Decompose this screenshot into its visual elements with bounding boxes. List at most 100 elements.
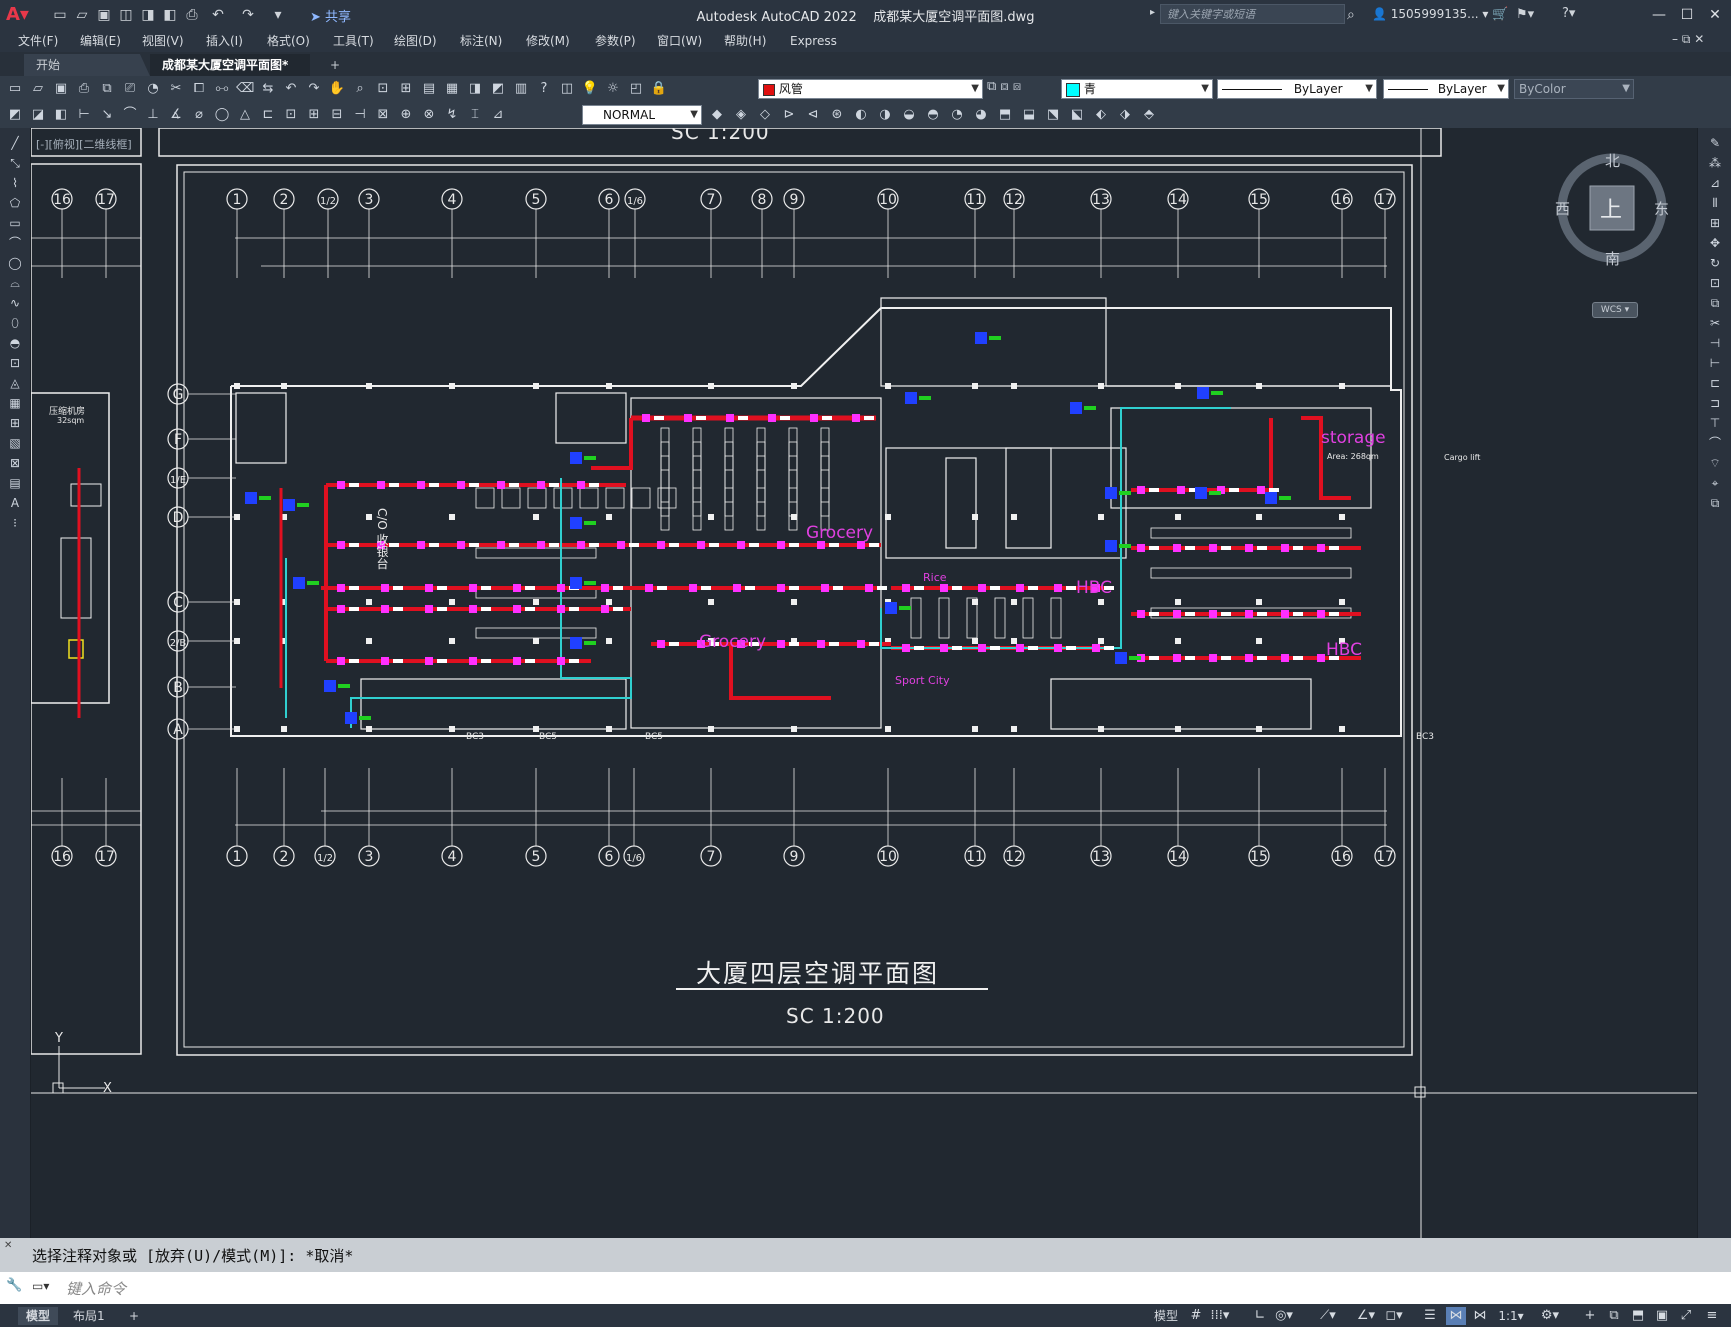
redo-icon[interactable]: ↷ <box>305 80 323 98</box>
text-style-icon[interactable]: ◪ <box>29 106 47 124</box>
break-at-point-icon[interactable]: ⊢ <box>1706 354 1724 372</box>
new-icon[interactable]: ▭ <box>52 7 68 23</box>
color-dropdown[interactable]: 青 ▼ <box>1061 79 1213 99</box>
calculator-icon[interactable]: ? <box>535 80 553 98</box>
ucs-origin-icon[interactable]: ◔ <box>948 106 966 124</box>
zoom-previous-icon[interactable]: ⊞ <box>397 80 415 98</box>
ordinate-icon[interactable]: ⊥ <box>144 106 162 124</box>
preview-icon[interactable]: ⧉ <box>98 80 116 98</box>
dim-style-icon[interactable]: ◩ <box>6 106 24 124</box>
add-icon[interactable]: + <box>1580 1307 1600 1325</box>
autocad-logo-icon[interactable]: A▾ <box>6 4 36 26</box>
share-button[interactable]: ➤ 共享 <box>310 6 351 25</box>
layer-properties-icon[interactable]: ◫ <box>558 80 576 98</box>
ucs-z-icon[interactable]: ◕ <box>972 106 990 124</box>
continue-icon[interactable]: ⊡ <box>282 106 300 124</box>
arc-icon[interactable]: ⌒ <box>6 234 24 252</box>
layer-dropdown[interactable]: 风管 ▼ <box>758 79 983 99</box>
tab-drawing[interactable]: 成都某大厦空调平面图* ✕ <box>150 54 310 94</box>
extend-icon[interactable]: ⊣ <box>1706 334 1724 352</box>
command-prompt-icon[interactable]: ▭▾ <box>32 1279 49 1293</box>
viewcube-top-face[interactable]: 上 <box>1600 192 1622 224</box>
command-line[interactable]: 🔧 ▭▾ 键入命令 <box>0 1272 1731 1304</box>
polygon-icon[interactable]: ⬠ <box>6 194 24 212</box>
new-tab-button[interactable]: + <box>318 54 352 76</box>
doc-window-controls[interactable]: – ⧉ ✕ <box>1672 32 1704 47</box>
close-command-icon[interactable]: ✕ <box>4 1240 12 1251</box>
add-layout-icon[interactable]: + <box>121 1307 147 1325</box>
layer-tools-icons[interactable]: ⧉ ⧈ ⧇ <box>987 79 1057 99</box>
ucs-icon[interactable]: ⊲ <box>804 106 822 124</box>
open-icon[interactable]: ▱ <box>74 7 90 23</box>
menu-format[interactable]: 格式(O) <box>267 32 310 50</box>
ucs-x-icon[interactable]: ⬓ <box>1020 106 1038 124</box>
model-space-button[interactable]: 模型 <box>1146 1307 1186 1325</box>
units-icon[interactable]: ⧉ <box>1604 1307 1624 1325</box>
osnap-icon[interactable]: ∠▾ <box>1356 1307 1376 1325</box>
3dprint-icon[interactable]: ◔ <box>144 80 162 98</box>
menu-draw[interactable]: 绘图(D) <box>394 32 437 50</box>
zoom-window-icon[interactable]: ⊡ <box>374 80 392 98</box>
revcloud-icon[interactable]: ⌓ <box>6 274 24 292</box>
viewport-controls[interactable]: [-][俯视][二维线框] <box>36 136 132 152</box>
table-icon[interactable]: ▤ <box>6 474 24 492</box>
ucs-zaxis-icon[interactable]: ⬕ <box>1068 106 1086 124</box>
redo-icon[interactable]: ↷ <box>240 7 256 23</box>
ellipse-arc-icon[interactable]: ◓ <box>6 334 24 352</box>
spline-icon[interactable]: ∿ <box>6 294 24 312</box>
construction-line-icon[interactable]: ⤡ <box>6 154 24 172</box>
dim-break-icon[interactable]: ⊗ <box>420 106 438 124</box>
ucs-3point-icon[interactable]: ⬒ <box>996 106 1014 124</box>
menu-express[interactable]: Express <box>790 32 837 50</box>
layer-lock-icon[interactable]: 🔒 <box>650 80 668 98</box>
plot-icon[interactable]: ⎙ <box>184 7 200 23</box>
annotation-visibility-icon[interactable]: ⋈ <box>1446 1307 1466 1325</box>
add-selected-icon[interactable]: ⁝ <box>6 514 24 532</box>
stretch-icon[interactable]: ⧉ <box>1706 294 1724 312</box>
rectangle-icon[interactable]: ▭ <box>6 214 24 232</box>
insert-block-icon[interactable]: ⊡ <box>6 354 24 372</box>
aligned-dim-icon[interactable]: ↘ <box>98 106 116 124</box>
gradient-icon[interactable]: ▧ <box>6 434 24 452</box>
layer-freeze-icon[interactable]: ☼ <box>604 80 622 98</box>
isodraft-icon[interactable]: ⟋▾ <box>1318 1307 1338 1325</box>
erase-icon[interactable]: ✎ <box>1706 134 1724 152</box>
annotation-scale[interactable]: 1:1▾ <box>1494 1307 1528 1325</box>
save-as-icon[interactable]: ◫ <box>118 7 134 23</box>
circle-icon[interactable]: ◯ <box>6 254 24 272</box>
undo-icon[interactable]: ↶ <box>210 7 226 23</box>
multileader-icon[interactable]: ⊿ <box>489 106 507 124</box>
paste-icon[interactable]: ⧟ <box>213 80 231 98</box>
menu-insert[interactable]: 插入(I) <box>206 32 243 50</box>
mtext-icon[interactable]: A <box>6 494 24 512</box>
menu-parametric[interactable]: 参数(P) <box>595 32 636 50</box>
explode-icon[interactable]: ⌖ <box>1706 474 1724 492</box>
ellipse-icon[interactable]: ⬯ <box>6 314 24 332</box>
tool-palettes-icon[interactable]: ◨ <box>466 80 484 98</box>
blend-icon[interactable]: ⌔ <box>1706 454 1724 472</box>
viewcube-west[interactable]: 西 <box>1555 198 1570 219</box>
wrench-icon[interactable]: 🔧 <box>6 1278 22 1293</box>
point-icon[interactable]: ▦ <box>6 394 24 412</box>
lineweight-icon[interactable]: ☰ <box>1420 1307 1440 1325</box>
tolerance-icon[interactable]: ⊞ <box>305 106 323 124</box>
sheet-set-icon[interactable]: ◩ <box>489 80 507 98</box>
center-mark-icon[interactable]: ⊟ <box>328 106 346 124</box>
search-icon[interactable]: ⌕ <box>1347 7 1355 23</box>
help-icon[interactable]: ?▾ <box>1562 6 1575 21</box>
pan-icon[interactable]: ✋ <box>328 80 346 98</box>
leader-icon[interactable]: ⌶ <box>466 106 484 124</box>
ucs-settings-icon[interactable]: ⬘ <box>1140 106 1158 124</box>
scale-icon[interactable]: ⊡ <box>1706 274 1724 292</box>
linear-dim-icon[interactable]: ⊢ <box>75 106 93 124</box>
publish-icon[interactable]: ⎚ <box>121 80 139 98</box>
view-front-icon[interactable]: ◆ <box>708 106 726 124</box>
dim-space-icon[interactable]: ⊕ <box>397 106 415 124</box>
properties-icon[interactable]: ▤ <box>420 80 438 98</box>
fillet-icon[interactable]: ⌒ <box>1706 434 1724 452</box>
undo-icon[interactable]: ↶ <box>282 80 300 98</box>
rotate-icon[interactable]: ↻ <box>1706 254 1724 272</box>
hardware-accel-icon[interactable]: ▣ <box>1652 1307 1672 1325</box>
trim-icon[interactable]: ✂ <box>1706 314 1724 332</box>
wcs-menu[interactable]: WCS ▾ <box>1592 302 1638 318</box>
